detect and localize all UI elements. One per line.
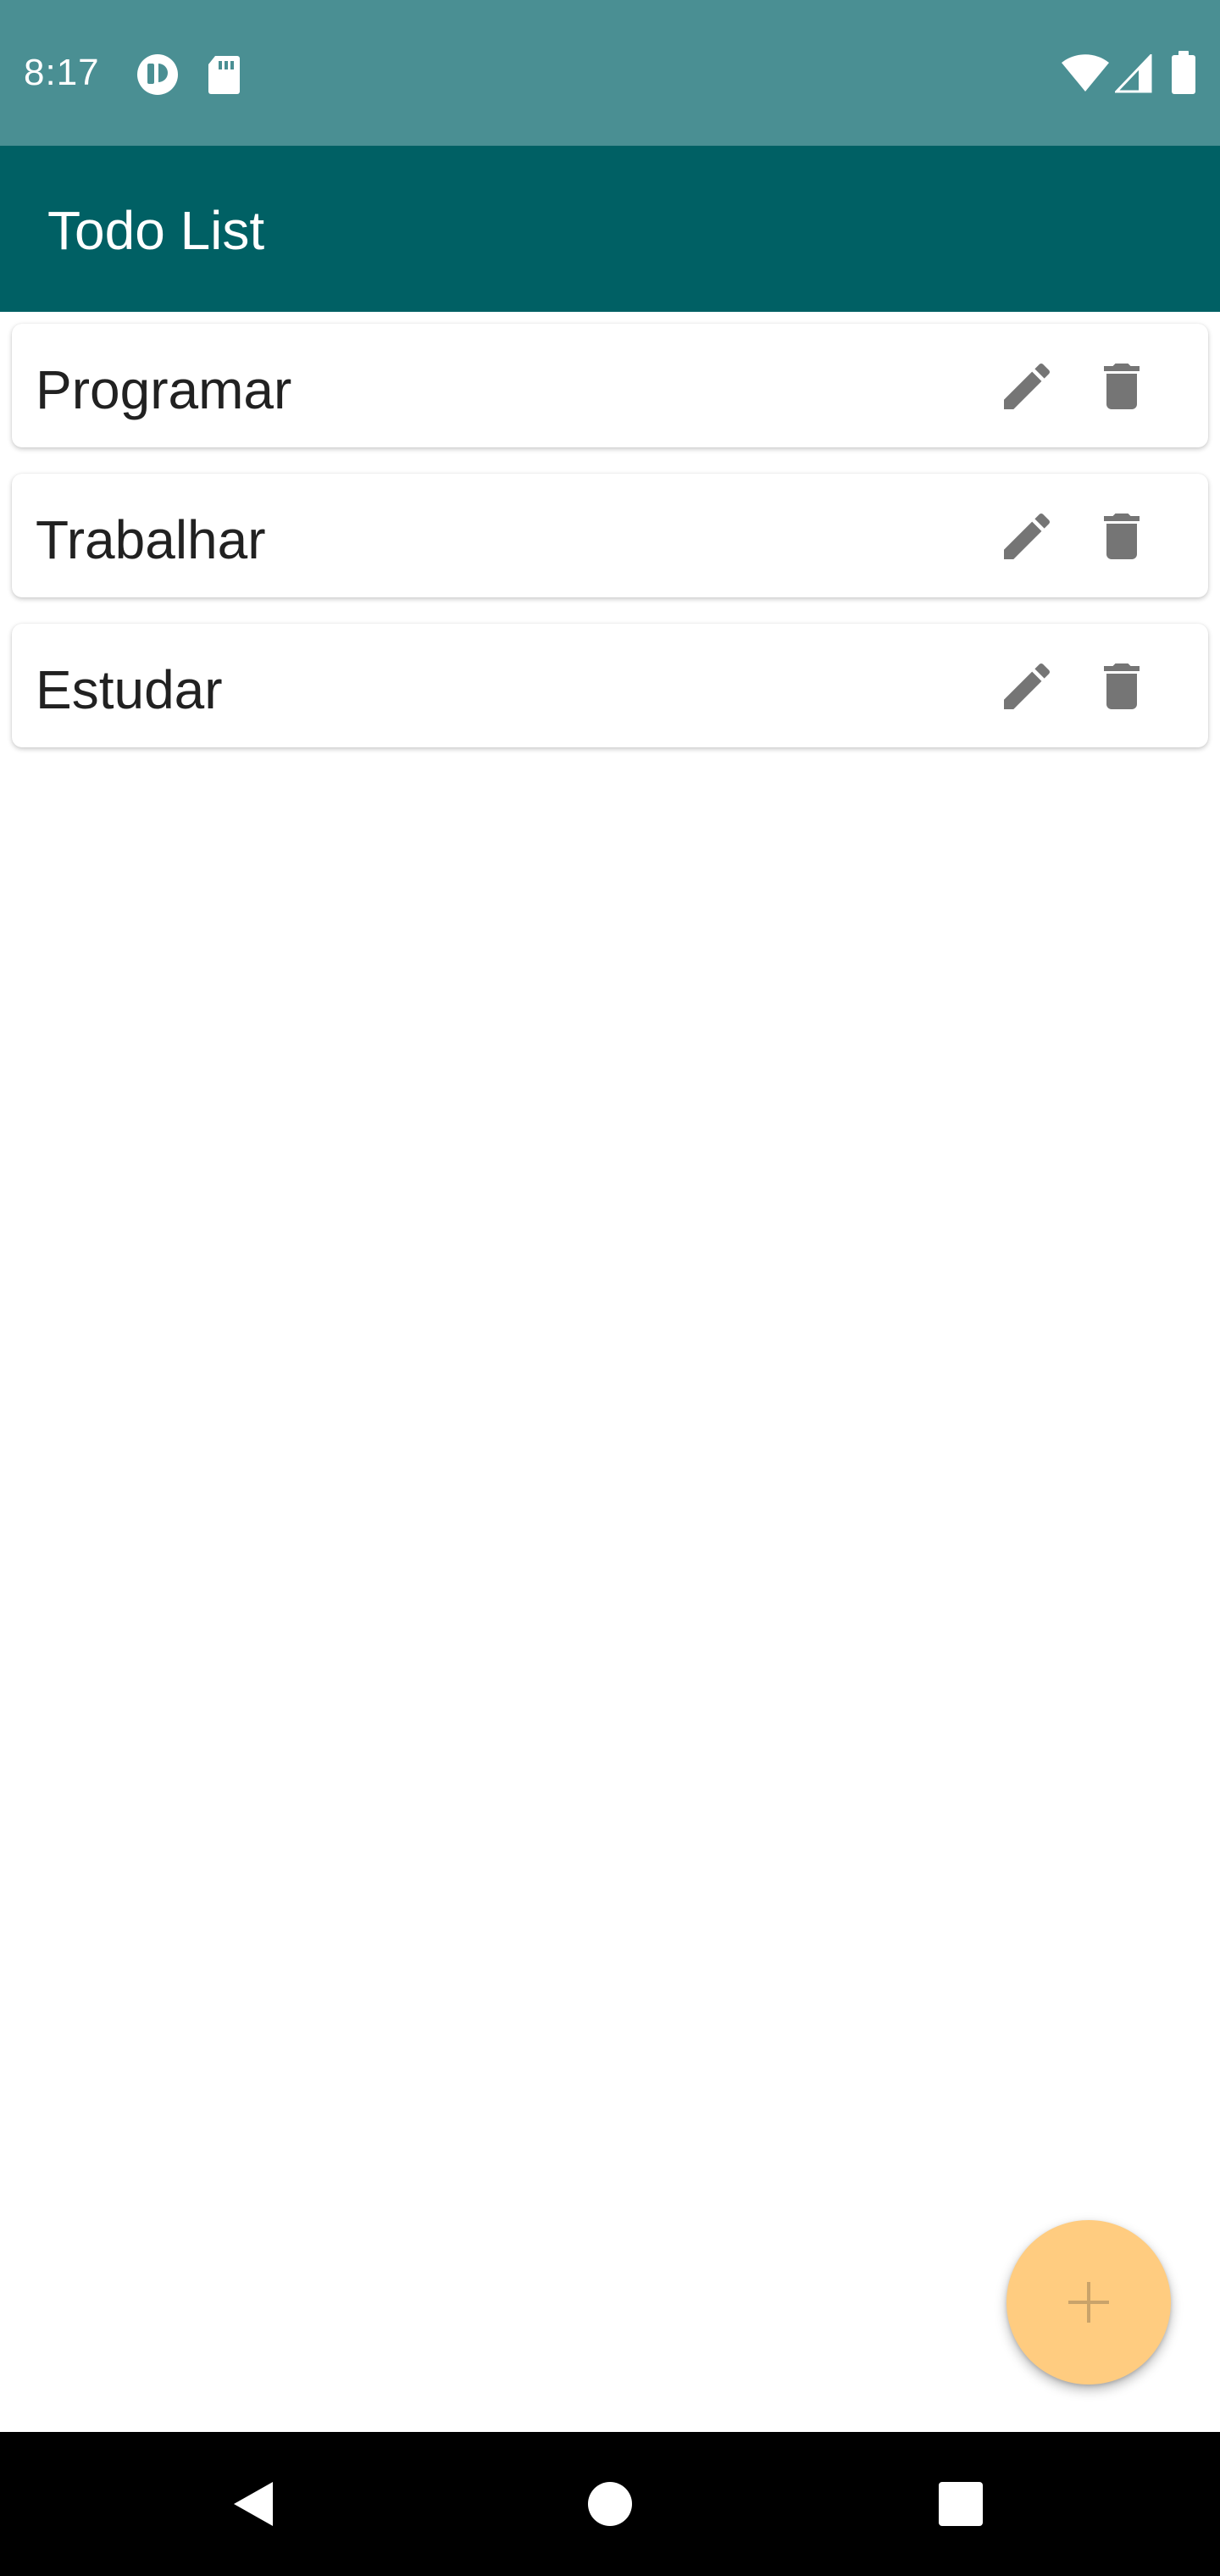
sd-card-icon — [208, 56, 240, 94]
home-button[interactable] — [568, 2462, 652, 2546]
trash-icon — [1104, 514, 1140, 559]
todo-label: Trabalhar — [36, 509, 266, 570]
back-button[interactable] — [212, 2462, 297, 2546]
recents-icon — [939, 2482, 983, 2526]
back-icon — [234, 2482, 273, 2526]
delete-button[interactable] — [1083, 647, 1161, 725]
trash-icon — [1104, 364, 1140, 409]
plus-icon — [1068, 2282, 1109, 2323]
recents-button[interactable] — [918, 2462, 1003, 2546]
edit-button[interactable] — [988, 647, 1066, 725]
list-item[interactable]: Estudar — [12, 624, 1208, 747]
page-title: Todo List — [47, 200, 265, 261]
pencil-icon — [1004, 663, 1051, 709]
delete-button[interactable] — [1083, 497, 1161, 575]
edit-button[interactable] — [988, 497, 1066, 575]
todo-label: Estudar — [36, 659, 223, 720]
edit-button[interactable] — [988, 347, 1066, 425]
app-bar: Todo List — [0, 146, 1220, 312]
pencil-icon — [1004, 513, 1051, 559]
pencil-icon — [1004, 363, 1051, 409]
list-item[interactable]: Programar — [12, 324, 1208, 447]
system-nav-bar — [0, 2432, 1220, 2576]
cell-signal-icon — [1115, 54, 1152, 93]
add-todo-button[interactable] — [1006, 2220, 1171, 2384]
trash-icon — [1104, 663, 1140, 709]
battery-icon — [1172, 51, 1195, 94]
home-icon — [588, 2482, 632, 2526]
status-time: 8:17 — [24, 52, 100, 93]
wifi-icon — [1062, 54, 1109, 92]
todo-label: Programar — [36, 359, 292, 420]
list-item[interactable]: Trabalhar — [12, 474, 1208, 597]
notification-app-icon — [137, 54, 178, 95]
delete-button[interactable] — [1083, 347, 1161, 425]
status-bar: 8:17 — [0, 0, 1220, 146]
